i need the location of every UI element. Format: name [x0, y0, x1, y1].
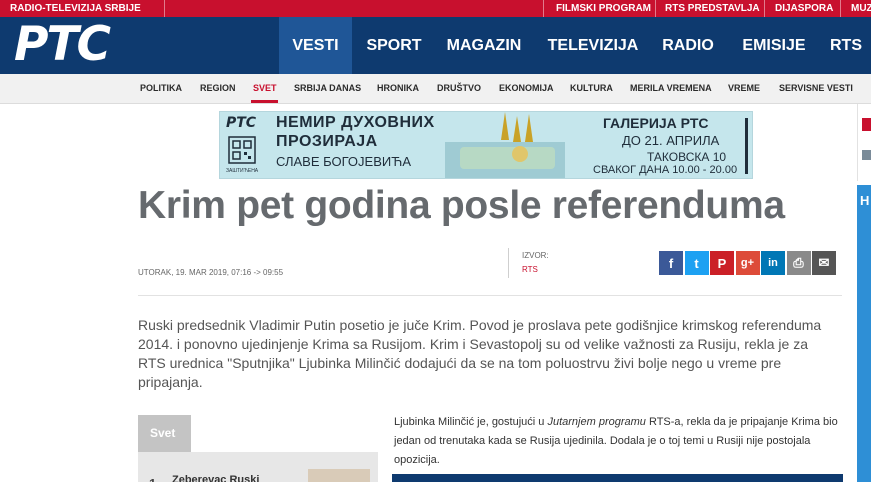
nav-magazin[interactable]: MAGAZIN — [440, 17, 528, 74]
email-share-button[interactable]: ✉ — [812, 251, 836, 275]
top-divider — [840, 0, 841, 17]
banner-accent-bar — [745, 118, 748, 174]
subnav-region[interactable]: REGION — [200, 82, 236, 94]
banner-title-line1: НЕМИР ДУХОВНИХ — [276, 114, 435, 131]
qr-code-icon — [228, 136, 256, 164]
video-player-bar[interactable] — [392, 474, 843, 482]
top-link-dijaspora[interactable]: DIJASPORA — [775, 1, 833, 16]
body-text: Ljubinka Milinčić je, gostujući u — [394, 416, 548, 428]
gallery-banner-ad[interactable]: PTC НЕМИР ДУХОВНИХ ПРОЗИРАЈА СЛАВЕ БОГОЈ… — [219, 111, 753, 179]
top-strip: RADIO-TELEVIZIJA SRBIJE FILMSKI PROGRAM … — [0, 0, 871, 17]
list-item-thumbnail[interactable] — [308, 469, 370, 482]
subnav-ekonomija[interactable]: EKONOMIJA — [499, 82, 554, 94]
nav-vesti[interactable]: VESTI — [279, 17, 352, 74]
top-link-rts-predstavlja[interactable]: RTS PREDSTAVLJA — [665, 1, 760, 16]
facebook-icon: f — [668, 255, 674, 271]
subnav-drustvo[interactable]: DRUŠTVO — [437, 82, 481, 94]
banner-hours: СВАКОГ ДАНА 10.00 - 20.00 — [593, 164, 738, 176]
google-plus-icon: g+ — [740, 257, 755, 269]
source-label: IZVOR: — [522, 251, 549, 260]
article-date: UTORAK, 19. MAR 2019, 07:16 -> 09:55 — [138, 268, 284, 277]
svet-section-tab[interactable]: Svet — [138, 415, 191, 452]
main-header: PTC VESTI SPORT MAGAZIN TELEVIZIJA RADIO… — [0, 17, 871, 74]
nav-sport[interactable]: SPORT — [356, 17, 432, 74]
gallery-artwork-icon — [445, 112, 565, 178]
banner-title-line2: ПРОЗИРАЈА — [276, 133, 378, 150]
list-item-number: 1 — [149, 476, 156, 482]
right-column-marker — [862, 118, 871, 131]
top-divider — [764, 0, 765, 17]
top-link-filmski-program[interactable]: FILMSKI PROGRAM — [556, 1, 651, 16]
article-divider — [138, 295, 842, 296]
facebook-share-button[interactable]: f — [659, 251, 683, 275]
top-divider — [164, 0, 165, 17]
promo-letter: H — [860, 193, 870, 208]
subnav-srbija-danas[interactable]: SRBIJA DANAS — [294, 82, 361, 94]
subnav-vreme[interactable]: VREME — [728, 82, 760, 94]
nav-rts[interactable]: RTS — [823, 17, 869, 74]
print-share-button[interactable]: ⎙ — [786, 251, 811, 275]
sub-navigation: POLITIKA REGION SVET SRBIJA DANAS HRONIK… — [0, 74, 871, 104]
subnav-politika[interactable]: POLITIKA — [140, 82, 182, 94]
twitter-share-button[interactable]: t — [684, 251, 709, 275]
subnav-active-indicator — [251, 100, 278, 103]
twitter-icon: t — [694, 255, 699, 271]
subnav-kultura[interactable]: KULTURA — [570, 82, 613, 94]
article-lead: Ruski predsednik Vladimir Putin posetio … — [138, 317, 822, 390]
article-title: Krim pet godina posle referenduma — [138, 184, 785, 227]
top-divider — [655, 0, 656, 17]
subnav-hronika[interactable]: HRONIKA — [377, 82, 419, 94]
site-name-link[interactable]: RADIO-TELEVIZIJA SRBIJE — [10, 1, 141, 16]
article-body-paragraph: Ljubinka Milinčić je, gostujući u Jutarn… — [394, 413, 844, 470]
linkedin-icon: in — [768, 257, 778, 269]
pinterest-icon: P — [717, 255, 727, 271]
linkedin-share-button[interactable]: in — [761, 251, 785, 275]
right-column-marker — [862, 150, 871, 160]
banner-gallery-name: ГАЛЕРИЈА РТС — [603, 115, 709, 131]
top-link-muzika[interactable]: MUZ — [851, 1, 871, 16]
banner-date: ДО 21. АПРИЛА — [622, 133, 720, 148]
banner-logo: PTC — [226, 115, 257, 131]
google-plus-share-button[interactable]: g+ — [735, 251, 760, 275]
source-link[interactable]: RTS — [522, 265, 538, 274]
right-column-fragment — [857, 104, 871, 181]
subnav-merila-vremena[interactable]: MERILA VREMENA — [630, 82, 712, 94]
email-icon: ✉ — [818, 255, 830, 270]
subnav-svet[interactable]: SVET — [253, 82, 277, 94]
print-icon: ⎙ — [793, 255, 804, 270]
rts-logo[interactable]: PTC — [14, 21, 111, 69]
banner-author: СЛАВЕ БОГОЈЕВИЋА — [276, 154, 411, 169]
right-promo-fragment[interactable]: H — [857, 185, 871, 482]
nav-radio[interactable]: RADIO — [655, 17, 721, 74]
meta-divider — [508, 248, 509, 278]
nav-emisije[interactable]: EMISIJE — [734, 17, 814, 74]
list-item-title[interactable]: Zeberevac Ruski — [172, 474, 259, 482]
subnav-servisne-vesti[interactable]: SERVISNE VESTI — [779, 82, 853, 94]
top-divider — [543, 0, 544, 17]
banner-small-text: ЗАШТИЋЕНА — [226, 168, 259, 174]
program-name: Jutarnjem programu — [547, 416, 646, 428]
nav-televizija[interactable]: TELEVIZIJA — [541, 17, 645, 74]
pinterest-share-button[interactable]: P — [710, 251, 734, 275]
banner-address: ТАКОВСКА 10 — [647, 150, 727, 164]
